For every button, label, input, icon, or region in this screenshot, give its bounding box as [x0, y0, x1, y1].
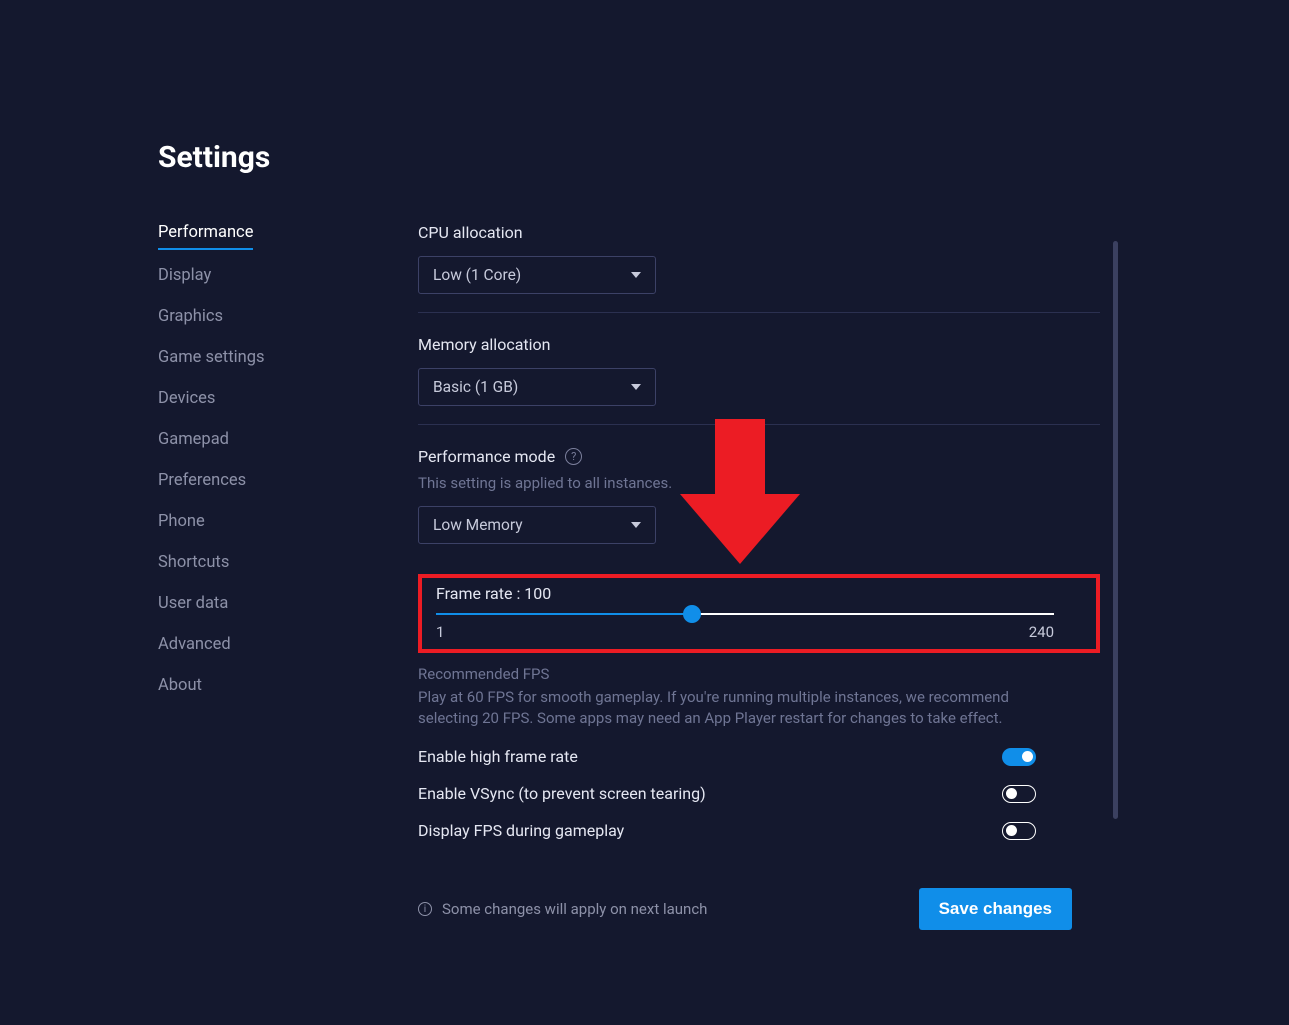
performance-mode-dropdown[interactable]: Low Memory	[418, 506, 656, 544]
recommended-fps-text: Play at 60 FPS for smooth gameplay. If y…	[418, 687, 1018, 729]
frame-rate-max: 240	[1029, 623, 1054, 641]
sidebar-item-preferences[interactable]: Preferences	[158, 471, 288, 496]
performance-mode-value: Low Memory	[433, 516, 523, 534]
page-title: Settings	[158, 140, 1100, 175]
sidebar-item-gamepad[interactable]: Gamepad	[158, 430, 288, 455]
cpu-allocation-label: CPU allocation	[418, 223, 1100, 242]
sidebar-item-performance[interactable]: Performance	[158, 223, 253, 250]
sidebar-item-devices[interactable]: Devices	[158, 389, 288, 414]
footer-note: i Some changes will apply on next launch	[418, 900, 707, 918]
vertical-scrollbar[interactable]	[1113, 241, 1118, 819]
enable-vsync-toggle[interactable]	[1002, 785, 1036, 803]
help-icon[interactable]: ?	[565, 448, 582, 465]
sidebar-item-advanced[interactable]: Advanced	[158, 635, 288, 660]
settings-main: CPU allocation Low (1 Core) Memory alloc…	[418, 223, 1100, 930]
sidebar-item-shortcuts[interactable]: Shortcuts	[158, 553, 288, 578]
frame-rate-annotation-box: Frame rate : 100 1 240	[418, 574, 1100, 653]
settings-sidebar: Performance Display Graphics Game settin…	[158, 223, 288, 930]
sidebar-item-game-settings[interactable]: Game settings	[158, 348, 288, 373]
cpu-allocation-dropdown[interactable]: Low (1 Core)	[418, 256, 656, 294]
info-icon: i	[418, 902, 432, 916]
sidebar-item-phone[interactable]: Phone	[158, 512, 288, 537]
sidebar-item-user-data[interactable]: User data	[158, 594, 288, 619]
memory-allocation-dropdown[interactable]: Basic (1 GB)	[418, 368, 656, 406]
memory-allocation-label: Memory allocation	[418, 335, 1100, 354]
enable-high-frame-rate-label: Enable high frame rate	[418, 747, 578, 766]
frame-rate-label: Frame rate : 100	[436, 584, 1082, 603]
sidebar-item-about[interactable]: About	[158, 676, 288, 701]
enable-vsync-label: Enable VSync (to prevent screen tearing)	[418, 784, 706, 803]
save-changes-button[interactable]: Save changes	[919, 888, 1072, 930]
sidebar-item-display[interactable]: Display	[158, 266, 288, 291]
chevron-down-icon	[631, 272, 641, 278]
slider-thumb[interactable]	[683, 605, 701, 623]
chevron-down-icon	[631, 522, 641, 528]
sidebar-item-graphics[interactable]: Graphics	[158, 307, 288, 332]
cpu-allocation-value: Low (1 Core)	[433, 266, 521, 284]
frame-rate-slider[interactable]	[436, 613, 1054, 615]
frame-rate-min: 1	[436, 623, 444, 641]
display-fps-label: Display FPS during gameplay	[418, 821, 624, 840]
recommended-fps-title: Recommended FPS	[418, 665, 1100, 683]
display-fps-toggle[interactable]	[1002, 822, 1036, 840]
performance-mode-label: Performance mode ?	[418, 447, 1100, 466]
memory-allocation-value: Basic (1 GB)	[433, 378, 518, 396]
chevron-down-icon	[631, 384, 641, 390]
enable-high-frame-rate-toggle[interactable]	[1002, 748, 1036, 766]
performance-mode-subtext: This setting is applied to all instances…	[418, 474, 1100, 492]
